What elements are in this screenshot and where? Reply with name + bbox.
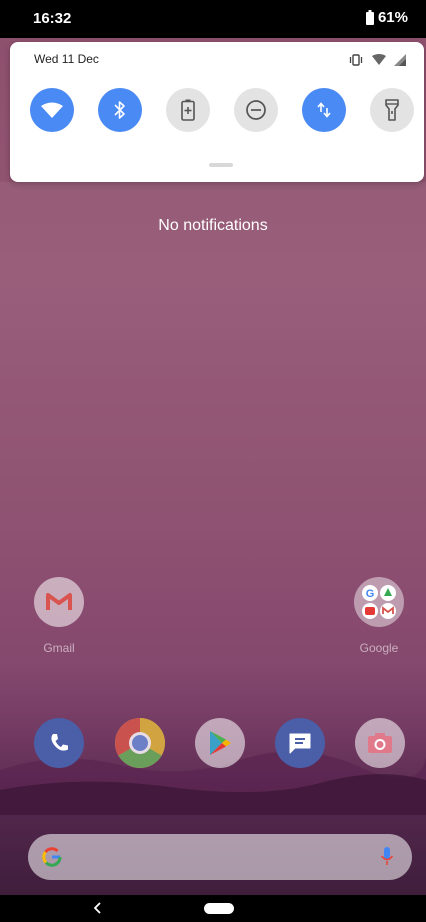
dock-camera[interactable] — [355, 718, 405, 768]
play-store-icon — [195, 718, 245, 768]
battery-saver-icon — [181, 99, 195, 121]
back-icon[interactable] — [94, 902, 102, 914]
home-pill-button[interactable] — [204, 903, 234, 914]
app-gmail[interactable]: Gmail — [34, 577, 84, 655]
dock-chrome[interactable] — [115, 718, 165, 768]
phone-screen: 16:32 61% Wed 11 Dec No notifications Gm… — [0, 0, 426, 922]
status-time: 16:32 — [33, 10, 72, 27]
google-g-icon — [42, 847, 62, 867]
wifi-signal-icon — [372, 54, 386, 65]
mobile-data-icon — [317, 102, 331, 118]
battery-icon — [365, 10, 374, 25]
tile-wifi[interactable] — [30, 88, 74, 132]
qs-system-icons — [348, 54, 406, 66]
app-label: Google — [359, 641, 399, 655]
qs-date[interactable]: Wed 11 Dec — [34, 52, 99, 66]
flashlight-icon — [385, 99, 399, 121]
quick-settings-panel[interactable]: Wed 11 Dec — [10, 42, 424, 182]
cell-signal-icon — [394, 54, 406, 66]
dock-phone[interactable] — [34, 718, 84, 768]
messages-icon — [275, 718, 325, 768]
phone-icon — [34, 718, 84, 768]
do-not-disturb-icon — [246, 100, 266, 120]
dock-messages[interactable] — [275, 718, 325, 768]
battery-percent: 61% — [377, 9, 408, 26]
navigation-bar — [0, 895, 426, 922]
qs-drag-handle[interactable] — [209, 163, 233, 167]
status-bar: 16:32 61% — [0, 0, 426, 38]
google-search-bar[interactable] — [28, 834, 412, 880]
tile-mobile-data[interactable] — [302, 88, 346, 132]
gmail-icon — [34, 577, 84, 627]
vibrate-icon — [349, 54, 363, 66]
qs-tiles — [30, 88, 414, 132]
tile-do-not-disturb[interactable] — [234, 88, 278, 132]
tile-bluetooth[interactable] — [98, 88, 142, 132]
dock-play-store[interactable] — [195, 718, 245, 768]
wifi-icon — [41, 102, 63, 118]
app-label: Gmail — [43, 641, 75, 655]
google-folder-icon: G — [354, 577, 404, 627]
bluetooth-icon — [114, 101, 125, 119]
camera-icon — [355, 718, 405, 768]
app-google-folder[interactable]: G Google — [354, 577, 404, 655]
tile-flashlight[interactable] — [370, 88, 414, 132]
svg-text:G: G — [366, 588, 375, 600]
microphone-icon[interactable] — [380, 846, 394, 868]
status-right: 61% — [365, 9, 408, 26]
no-notifications-text: No notifications — [158, 217, 268, 234]
tile-battery-saver[interactable] — [166, 88, 210, 132]
chrome-icon — [115, 718, 165, 768]
